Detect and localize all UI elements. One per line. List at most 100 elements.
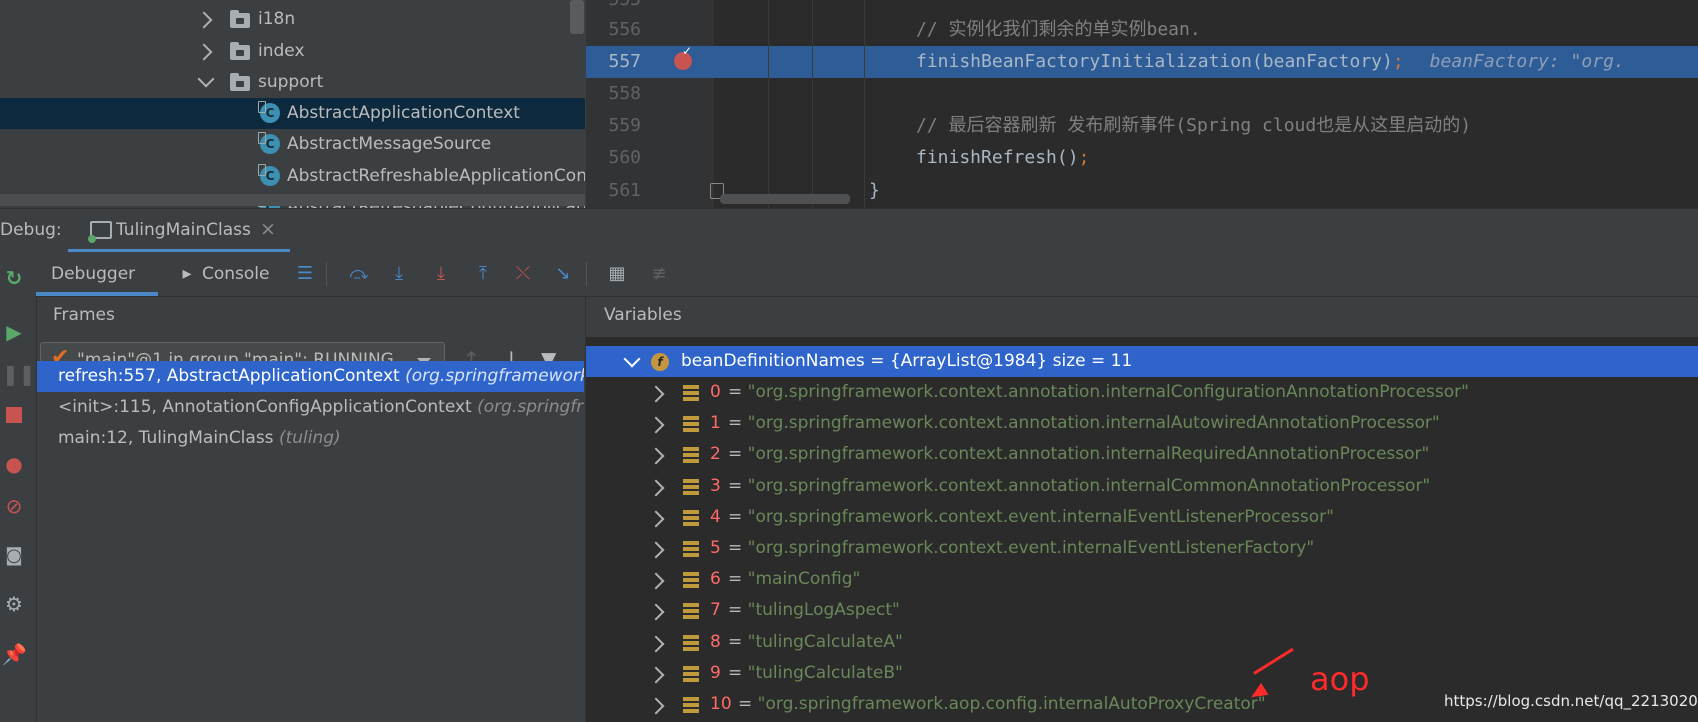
variables-header: Variables [586, 297, 1698, 337]
class-icon: C [258, 132, 280, 154]
chevron-right-icon[interactable] [195, 43, 213, 61]
chevron-right-icon[interactable] [647, 697, 665, 715]
close-icon[interactable]: × [260, 218, 276, 240]
element-value-text: = "mainConfig" [728, 564, 860, 595]
code-text: finishRefresh(); [916, 142, 1089, 174]
tree-item-abstract-message-source[interactable]: C AbstractMessageSource [0, 129, 585, 160]
stack-frame[interactable]: main:12, TulingMainClass (tuling) [37, 423, 584, 454]
chevron-right-icon[interactable] [647, 603, 665, 621]
vertical-scrollbar[interactable] [570, 0, 584, 34]
watermark: https://blog.csdn.net/qq_22130209 [1444, 692, 1698, 710]
debug-toolbar: Debugger ▸ Console ☰ ⤼ ⤓ ⤓ ⤒ ⤬ ↘ ▦ ≢ [36, 252, 1698, 297]
element-index: 9 [710, 662, 721, 683]
list-item[interactable]: 9 = "tulingCalculateB" [586, 658, 1698, 689]
stack-frame[interactable]: refresh:557, AbstractApplicationContext … [37, 361, 584, 392]
list-item[interactable]: 4 = "org.springframework.context.event.in… [586, 502, 1698, 533]
element-value-text: = "org.springframework.context.annotatio… [728, 377, 1469, 408]
stack-frame[interactable]: <init>:115, AnnotationConfigApplicationC… [37, 392, 584, 423]
list-item[interactable]: 5 = "org.springframework.context.event.in… [586, 533, 1698, 564]
frame-package: (tuling) [278, 428, 341, 448]
equals-sign: = [738, 694, 758, 714]
tree-item-abstract-application-context[interactable]: C AbstractApplicationContext [0, 98, 585, 129]
chevron-right-icon[interactable] [647, 385, 665, 403]
chevron-right-icon[interactable] [647, 666, 665, 684]
code-line: 560 finishRefresh(); [586, 142, 1698, 174]
tree-item-i18n[interactable]: i18n [0, 4, 585, 35]
list-item[interactable]: 7 = "tulingLogAspect" [586, 595, 1698, 626]
list-item[interactable]: 6 = "mainConfig" [586, 564, 1698, 595]
chevron-right-icon[interactable] [647, 479, 665, 497]
pause-icon[interactable]: ❚❚ [2, 362, 36, 386]
tab-tuling-main-class[interactable]: TulingMainClass × [68, 209, 290, 253]
run-to-cursor-icon[interactable]: ↘ [552, 263, 574, 285]
variables-panel: Variables f beanDefinitionNames = {Array… [585, 297, 1698, 722]
gear-icon[interactable]: ⚙ [2, 592, 26, 616]
element-value-text: = "org.springframework.context.event.int… [728, 502, 1334, 533]
line-number: 561 [608, 180, 641, 201]
list-item[interactable]: 8 = "tulingCalculateA" [586, 627, 1698, 658]
camera-icon[interactable]: ◙ [2, 544, 26, 568]
chevron-down-icon[interactable] [623, 350, 641, 368]
code-line: 559 // 最后容器刷新 发布刷新事件(Spring cloud也是从这里启动… [586, 110, 1698, 142]
list-item[interactable]: 0 = "org.springframework.context.annotati… [586, 377, 1698, 408]
element-value: "tulingLogAspect" [747, 600, 900, 621]
mute-breakpoints-icon[interactable]: ⊘ [2, 494, 26, 518]
show-execution-point-icon[interactable]: ⤼ [348, 263, 370, 285]
stop-icon[interactable] [2, 404, 26, 428]
variable-row-bean-definition-names[interactable]: f beanDefinitionNames = {ArrayList@1984}… [586, 346, 1698, 377]
tree-item-support[interactable]: support [0, 67, 585, 98]
tree-item-index[interactable]: index [0, 36, 585, 67]
step-out-icon[interactable]: ⤒ [472, 263, 494, 285]
chevron-right-icon[interactable] [647, 635, 665, 653]
indent-guide [864, 0, 865, 208]
folder-icon [230, 73, 250, 91]
variable-text: beanDefinitionNames = {ArrayList@1984} s… [681, 346, 1132, 377]
step-over-icon[interactable]: ⤓ [388, 263, 410, 285]
frame-package: (org.springfran [477, 397, 584, 417]
element-index: 7 [710, 600, 721, 621]
view-breakpoints-icon[interactable]: ● [2, 452, 26, 476]
element-value: "tulingCalculateB" [747, 662, 903, 683]
chevron-right-icon[interactable] [647, 416, 665, 434]
tab-console[interactable]: Console [202, 252, 270, 296]
rerun-icon[interactable]: ↻ [2, 266, 26, 290]
element-value-text: = "org.springframework.context.annotatio… [728, 408, 1440, 439]
resume-icon[interactable]: ▶ [2, 320, 26, 344]
toolbar-divider [326, 262, 327, 286]
chevron-right-icon[interactable] [647, 541, 665, 559]
line-number: 559 [608, 115, 641, 136]
array-element-icon [683, 665, 699, 682]
step-into-icon[interactable]: ⤓ [430, 263, 452, 285]
chevron-right-icon[interactable] [647, 510, 665, 528]
chevron-right-icon[interactable] [647, 447, 665, 465]
breakpoint-icon[interactable] [674, 44, 692, 70]
list-item[interactable]: 2 = "org.springframework.context.annotati… [586, 439, 1698, 470]
code-line: 556 // 实例化我们剩余的单实例bean. [586, 14, 1698, 46]
array-element-icon [683, 572, 699, 589]
horizontal-scrollbar[interactable] [0, 194, 585, 206]
chevron-right-icon[interactable] [647, 572, 665, 590]
horizontal-scrollbar[interactable] [720, 194, 850, 204]
tree-item-abstract-refreshable-application-context[interactable]: C AbstractRefreshableApplicationConte [0, 161, 585, 192]
element-index: 6 [710, 569, 721, 590]
chevron-down-icon[interactable] [197, 70, 215, 88]
array-element-icon [683, 697, 699, 713]
pin-icon[interactable]: 📌 [2, 642, 27, 666]
panel-title: Variables [604, 305, 682, 325]
console-icon: ▸ [182, 263, 192, 284]
array-element-icon [683, 509, 699, 526]
indent-guide [812, 0, 813, 208]
code-editor[interactable]: 555 556 // 实例化我们剩余的单实例bean. 557 finishBe… [586, 0, 1698, 208]
array-element-icon [683, 416, 699, 433]
drop-frame-icon[interactable]: ⤬ [512, 263, 534, 285]
layout-icon[interactable]: ☰ [294, 263, 316, 285]
frame-package: (org.springframework.co [405, 366, 584, 386]
tab-debugger[interactable]: Debugger [51, 252, 135, 296]
tree-item-label: index [258, 41, 305, 61]
list-item[interactable]: 3 = "org.springframework.context.annotati… [586, 471, 1698, 502]
list-item[interactable]: 1 = "org.springframework.context.annotati… [586, 408, 1698, 439]
trace-icon[interactable]: ≢ [648, 263, 670, 285]
line-number: 558 [608, 83, 641, 104]
chevron-right-icon[interactable] [195, 11, 213, 29]
evaluate-expression-icon[interactable]: ▦ [606, 263, 628, 285]
